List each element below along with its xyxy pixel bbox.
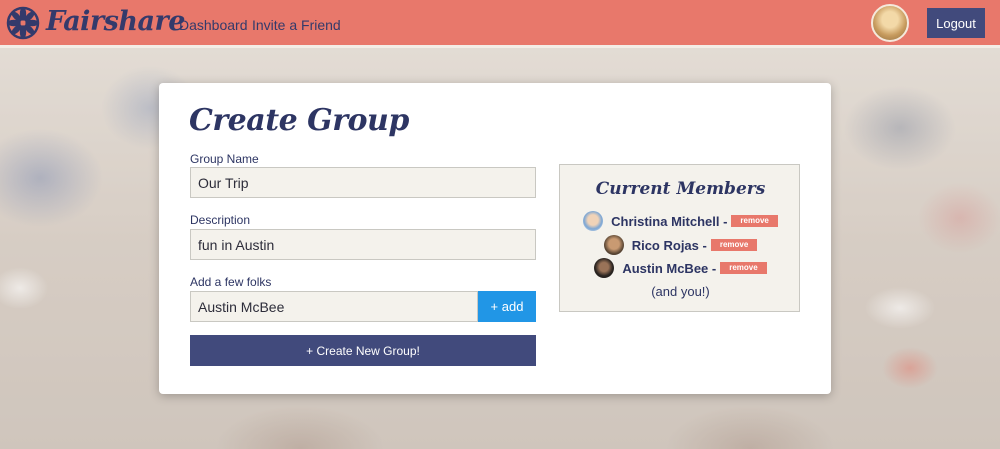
remove-member-button[interactable]: remove (710, 239, 758, 251)
add-folks-input[interactable] (190, 291, 478, 322)
member-name: Austin McBee - (622, 260, 717, 276)
page-title: Create Group (189, 103, 409, 138)
create-group-card: Create Group Group Name Description Add … (159, 83, 831, 394)
group-name-input[interactable] (190, 167, 536, 198)
nav-dashboard-link[interactable]: Dashboard (179, 17, 248, 33)
user-avatar[interactable] (871, 4, 909, 42)
member-name: Rico Rojas - (631, 237, 707, 253)
nav-invite-friend-link[interactable]: Invite a Friend (252, 17, 341, 33)
logout-button[interactable]: Logout (927, 8, 985, 38)
add-folks-label: Add a few folks (190, 275, 272, 289)
description-input[interactable] (190, 229, 536, 260)
create-group-button[interactable]: + Create New Group! (190, 335, 536, 366)
member-row: Rico Rojas - remove (560, 234, 801, 256)
member-name: Christina Mitchell - (611, 213, 728, 229)
add-member-button[interactable]: + add (478, 291, 536, 322)
remove-member-button[interactable]: remove (731, 215, 778, 227)
current-members-panel: Current Members Christina Mitchell - rem… (559, 164, 800, 312)
navbar: Fairshare Dashboard Invite a Friend Logo… (0, 0, 1000, 48)
description-label: Description (190, 213, 251, 227)
brand-name[interactable]: Fairshare (46, 6, 185, 37)
member-avatar (594, 258, 615, 278)
remove-member-button[interactable]: remove (720, 262, 767, 274)
member-row: Austin McBee - remove (560, 257, 801, 279)
group-name-label: Group Name (190, 152, 259, 166)
members-title: Current Members (595, 179, 766, 199)
and-you-note: (and you!) (651, 284, 710, 299)
fairshare-logo-icon[interactable] (6, 6, 40, 40)
member-avatar (583, 211, 604, 231)
member-avatar (603, 235, 624, 255)
member-row: Christina Mitchell - remove (560, 210, 801, 232)
